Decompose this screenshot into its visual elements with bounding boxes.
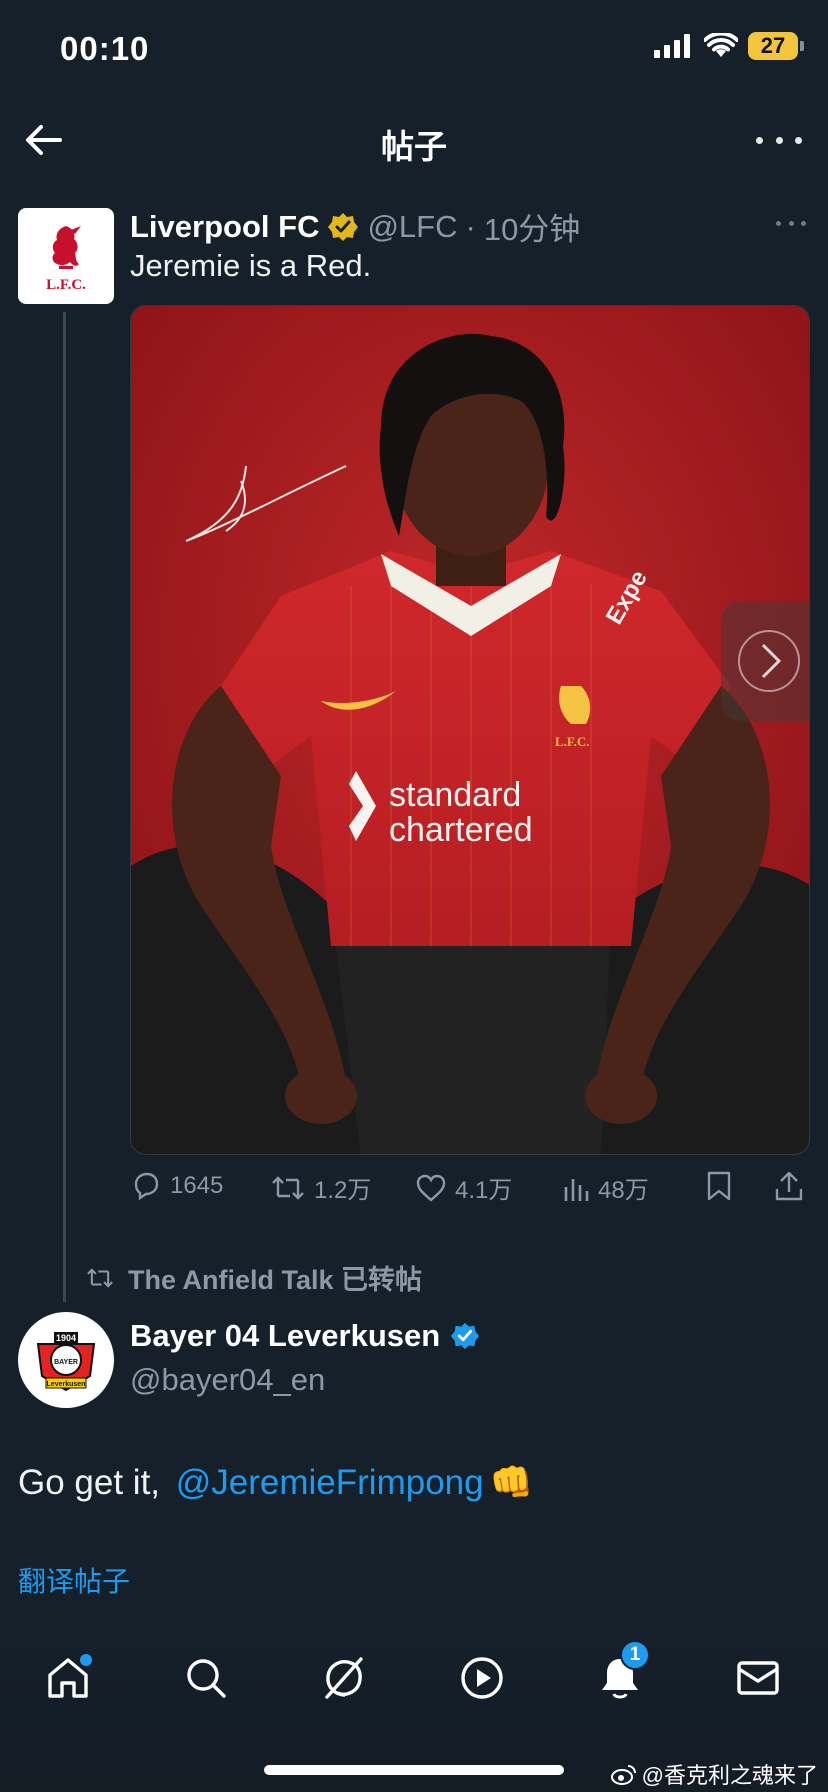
page-title: 帖子 — [381, 128, 447, 165]
share-button[interactable] — [774, 1170, 804, 1202]
status-icons: 27 — [654, 32, 804, 60]
nav-home[interactable] — [38, 1648, 98, 1708]
more-dot — [795, 136, 802, 144]
tweet2-text-prefix: Go get it, — [18, 1462, 170, 1502]
video-play-icon — [461, 1657, 503, 1699]
cellular-signal-icon — [654, 34, 690, 58]
translate-post-link[interactable]: 翻译帖子 — [18, 1560, 130, 1600]
retweet-icon — [87, 1267, 113, 1288]
reply-icon — [134, 1172, 159, 1201]
battery-level: 27 — [760, 33, 786, 58]
like-count: 4.1万 — [455, 1177, 513, 1204]
media-next-button[interactable] — [721, 601, 809, 721]
messages-mail-icon — [737, 1661, 779, 1695]
heart-icon — [416, 1174, 446, 1202]
retweet-count: 1.2万 — [314, 1177, 372, 1204]
views-count: 48万 — [598, 1177, 649, 1204]
sponsor-line1: standard — [389, 776, 521, 814]
like-button[interactable]: 4.1万 — [415, 1170, 512, 1205]
nav-notifications[interactable]: 1 — [590, 1640, 650, 1708]
weibo-watermark: @香克利之魂来了 — [610, 1758, 818, 1790]
tweet2-display-name[interactable]: Bayer 04 Leverkusen — [130, 1318, 440, 1354]
thread-connector-line — [63, 312, 66, 1302]
search-icon — [187, 1659, 226, 1698]
retweet-context-text: The Anfield Talk 已转帖 — [128, 1265, 423, 1295]
nav-video[interactable] — [452, 1648, 512, 1708]
verified-gold-badge-icon — [328, 212, 359, 241]
watermark-text: @香克利之魂来了 — [641, 1763, 818, 1788]
tweet2-text: Go get it, @JeremieFrimpong 👊 — [18, 1462, 533, 1503]
battery-icon: 27 — [748, 32, 804, 60]
top-navigation: 帖子 — [0, 100, 828, 180]
reply-count: 1645 — [170, 1172, 224, 1199]
tweet2-header: Bayer 04 Leverkusen — [130, 1318, 480, 1354]
status-bar: 00:10 27 — [0, 0, 828, 96]
tweet1-action-bar: 1645 1.2万 4.1万 48万 — [130, 1170, 810, 1216]
tweet2-mention-link[interactable]: @JeremieFrimpong — [176, 1463, 484, 1503]
weibo-logo-icon — [610, 1765, 636, 1785]
nav-grok[interactable] — [314, 1648, 374, 1708]
jersey-crest-text: L.F.C. — [555, 734, 590, 749]
sponsor-line2: chartered — [389, 811, 533, 849]
more-dot — [775, 136, 783, 144]
player-photo: L.F.C. standard chartered Expe — [131, 306, 809, 1154]
fist-emoji: 👊 — [489, 1463, 534, 1502]
lfc-avatar[interactable]: L.F.C. — [18, 208, 114, 304]
views-button[interactable]: 48万 — [562, 1170, 649, 1205]
tweet2-handle[interactable]: @bayer04_en — [130, 1362, 325, 1398]
retweet-icon — [272, 1175, 304, 1200]
avatar-year: 1904 — [56, 1333, 76, 1343]
tweet1-text: Jeremie is a Red. — [130, 248, 372, 283]
bar-chart-icon — [564, 1178, 589, 1201]
tweet1-time: 10分钟 — [483, 212, 581, 247]
tweet1-header: Liverpool FC @LFC · 10分钟 — [130, 204, 580, 249]
share-icon — [775, 1171, 803, 1201]
notification-count-badge: 1 — [620, 1640, 650, 1670]
bookmark-icon — [707, 1171, 731, 1201]
grok-icon — [325, 1657, 363, 1699]
leverkusen-avatar[interactable]: 1904 BAYER Leverkusen — [18, 1312, 114, 1408]
tweet1-handle[interactable]: @LFC — [367, 209, 457, 245]
lfc-avatar-text: L.F.C. — [46, 277, 86, 293]
status-time: 00:10 — [60, 30, 150, 67]
home-new-dot — [80, 1654, 92, 1666]
avatar-bayer: BAYER — [54, 1359, 78, 1366]
more-dot — [788, 220, 794, 226]
bayer-leverkusen-logo-icon: 1904 BAYER Leverkusen — [26, 1320, 106, 1400]
nav-search[interactable] — [176, 1648, 236, 1708]
retweet-context[interactable]: The Anfield Talk 已转帖 — [84, 1258, 422, 1297]
more-dot — [801, 220, 806, 226]
nav-messages[interactable] — [728, 1648, 788, 1708]
tweet1-media-image[interactable]: L.F.C. standard chartered Expe — [130, 305, 810, 1155]
home-indicator-bar[interactable] — [264, 1765, 564, 1775]
chevron-right-icon — [738, 630, 800, 692]
more-options-button[interactable] — [756, 126, 802, 154]
reply-button[interactable]: 1645 — [130, 1170, 223, 1202]
wifi-icon — [704, 33, 738, 57]
bookmark-button[interactable] — [706, 1170, 732, 1202]
tweet1-more-button[interactable] — [776, 218, 806, 228]
retweet-button[interactable]: 1.2万 — [270, 1170, 371, 1205]
tweet1-separator: · — [465, 208, 476, 244]
tweet1-display-name[interactable]: Liverpool FC — [130, 209, 319, 245]
more-horizontal-icon — [756, 136, 763, 144]
verified-blue-badge-icon — [451, 1322, 480, 1350]
avatar-leverkusen: Leverkusen — [47, 1381, 86, 1388]
more-horizontal-icon — [776, 220, 781, 226]
